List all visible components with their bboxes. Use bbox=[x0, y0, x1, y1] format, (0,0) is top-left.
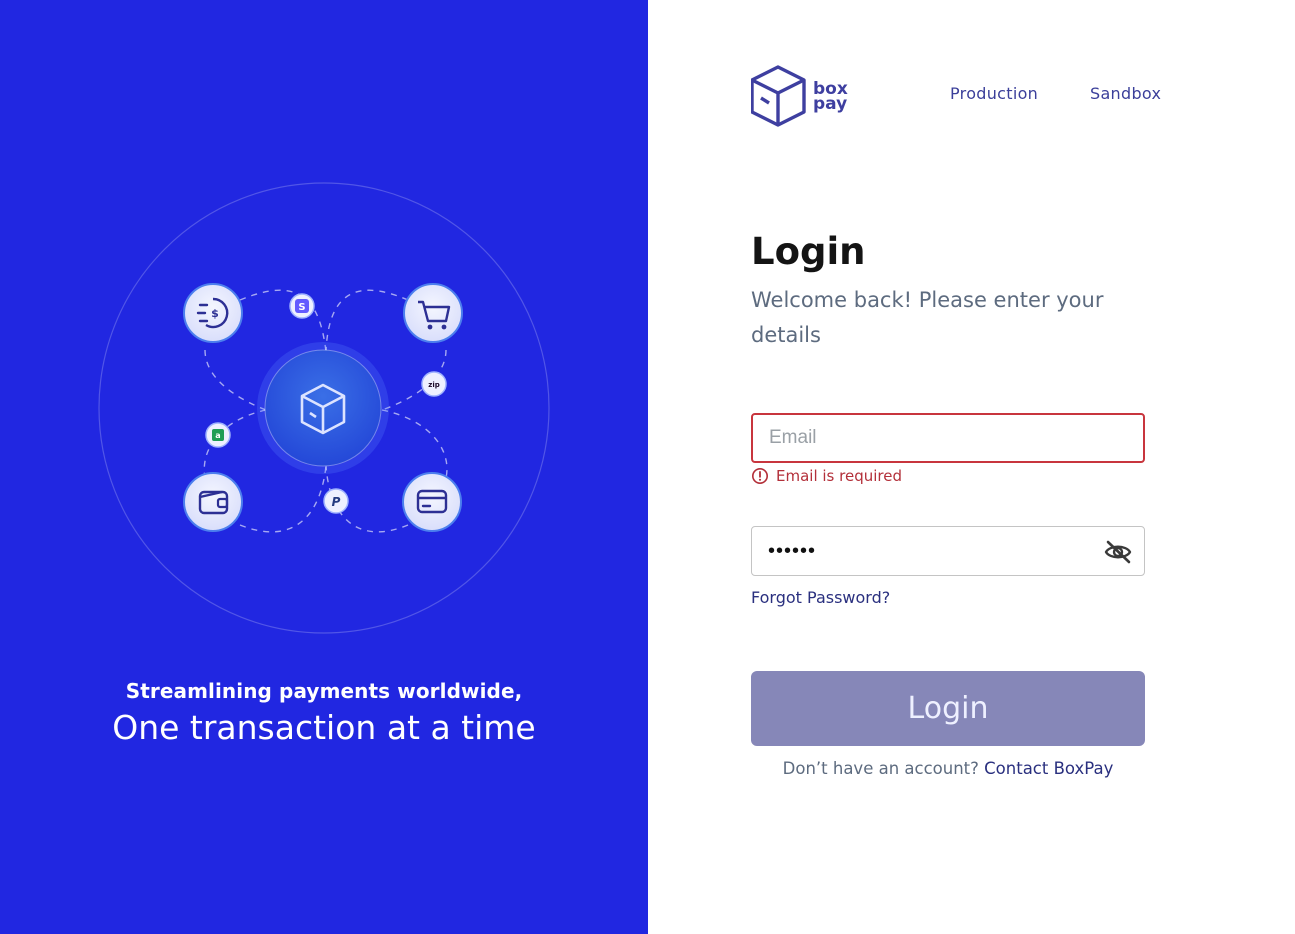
email-error: Email is required bbox=[751, 467, 902, 485]
email-error-text: Email is required bbox=[776, 467, 902, 485]
stripe-badge-icon: S bbox=[289, 293, 315, 319]
svg-text:a: a bbox=[215, 431, 220, 440]
signup-prompt: Don’t have an account? Contact BoxPay bbox=[751, 759, 1145, 778]
hero-tagline-line2: One transaction at a time bbox=[112, 708, 536, 747]
afterpay-badge-icon: a bbox=[205, 422, 231, 448]
nav-sandbox[interactable]: Sandbox bbox=[1090, 84, 1161, 103]
box-logo-icon bbox=[751, 65, 806, 127]
shopping-cart-icon bbox=[403, 283, 463, 343]
signup-prompt-text: Don’t have an account? bbox=[782, 759, 979, 778]
contact-boxpay-link[interactable]: Contact BoxPay bbox=[984, 759, 1113, 778]
svg-text:P: P bbox=[332, 495, 341, 509]
error-icon bbox=[751, 467, 769, 485]
forgot-password-link[interactable]: Forgot Password? bbox=[751, 588, 890, 607]
password-input[interactable] bbox=[752, 527, 1082, 575]
payments-illustration: $ S zip a P bbox=[98, 182, 550, 634]
eye-off-icon[interactable] bbox=[1104, 539, 1132, 565]
nav-production[interactable]: Production bbox=[950, 84, 1038, 103]
svg-text:zip: zip bbox=[428, 381, 439, 389]
login-panel bbox=[648, 0, 1295, 934]
email-input[interactable] bbox=[753, 415, 1143, 461]
hero-panel: $ S zip a P Streamlining payments worldw… bbox=[0, 0, 648, 934]
zip-badge-icon: zip bbox=[421, 371, 447, 397]
email-field[interactable] bbox=[751, 413, 1145, 463]
password-field[interactable] bbox=[751, 526, 1145, 576]
credit-card-icon bbox=[402, 472, 462, 532]
svg-text:$: $ bbox=[211, 307, 219, 320]
svg-text:S: S bbox=[298, 302, 305, 313]
login-button[interactable]: Login bbox=[751, 671, 1145, 746]
wallet-icon bbox=[183, 472, 243, 532]
page-title: Login bbox=[751, 230, 866, 273]
boxpay-logo[interactable]: box pay bbox=[751, 64, 855, 128]
hero-tagline-line1: Streamlining payments worldwide, bbox=[125, 679, 523, 703]
dollar-coin-icon: $ bbox=[183, 283, 243, 343]
brand-line2: pay bbox=[813, 94, 847, 114]
page-subtitle: Welcome back! Please enter your details bbox=[751, 288, 1104, 347]
paypal-badge-icon: P bbox=[323, 488, 349, 514]
